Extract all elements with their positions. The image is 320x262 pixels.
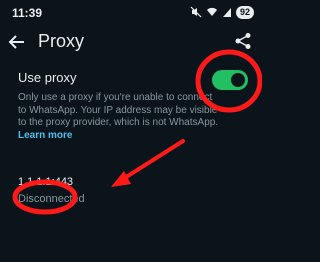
share-icon[interactable]	[234, 32, 252, 50]
status-time: 11:39	[12, 6, 43, 20]
wifi-icon	[206, 7, 217, 16]
use-proxy-toggle[interactable]	[212, 70, 248, 90]
battery-badge: 92	[235, 5, 254, 19]
learn-more-link[interactable]: Learn more	[18, 130, 258, 143]
description-line: to the proxy provider, which is not What…	[18, 117, 219, 128]
mute-icon	[190, 6, 202, 18]
use-proxy-label: Use proxy	[18, 70, 77, 85]
proxy-description: Only use a proxy if you're unable to con…	[18, 92, 258, 142]
toggle-thumb	[231, 73, 245, 87]
proxy-address[interactable]: 1.1.1.1:443	[18, 176, 73, 188]
status-bar: 11:39 92	[0, 0, 262, 24]
page-title: Proxy	[38, 31, 85, 51]
app-bar: Proxy	[0, 28, 262, 56]
status-icons: 92	[190, 5, 254, 19]
signal-icon	[222, 8, 231, 17]
proxy-status: Disconnected	[18, 193, 85, 205]
back-arrow-icon[interactable]	[8, 33, 26, 51]
description-line: Only use a proxy if you're unable to con…	[18, 92, 213, 103]
annotation-arrow	[118, 139, 185, 183]
annotation-arrowhead	[111, 171, 131, 187]
description-line: to WhatsApp. Your IP address may be visi…	[18, 104, 218, 116]
